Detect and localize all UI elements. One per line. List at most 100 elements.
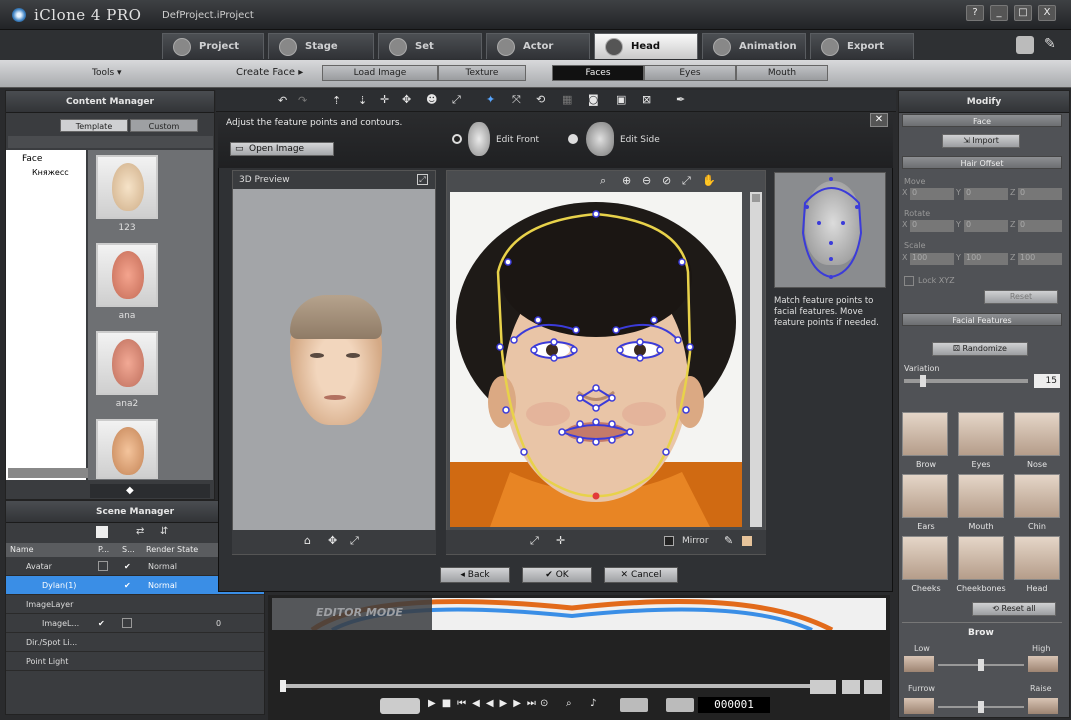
timeline-track[interactable] xyxy=(282,684,812,688)
zoom-fit-icon[interactable]: ⤢ xyxy=(350,534,359,548)
audio-icon[interactable]: ♪ xyxy=(590,698,596,709)
brow-furrow-handle[interactable] xyxy=(978,701,984,713)
orbit-icon[interactable]: ✥ xyxy=(328,534,337,547)
help-button[interactable]: ? xyxy=(966,5,984,21)
eyedropper-icon[interactable]: ✎ xyxy=(724,534,733,547)
dialog-close-icon[interactable]: ✕ xyxy=(870,113,888,127)
search-icon[interactable]: ⌕ xyxy=(566,698,572,709)
zoom-icon[interactable]: ⌕ xyxy=(600,174,606,188)
timeline-cursor[interactable] xyxy=(280,680,286,692)
mouth-button[interactable]: Mouth xyxy=(736,65,828,81)
photo-scrollbar[interactable] xyxy=(750,192,762,527)
loop-icon[interactable]: ⊙ xyxy=(540,698,548,709)
select-icon[interactable]: ⊠ xyxy=(642,93,651,106)
grid-icon[interactable]: ▦ xyxy=(562,93,572,106)
open-image-button[interactable]: ▭ Open Image xyxy=(230,142,334,156)
facial-features-header[interactable]: Facial Features xyxy=(902,313,1062,326)
feature-mouth-button[interactable] xyxy=(958,474,1004,518)
edit-side-radio[interactable] xyxy=(568,134,578,144)
check-icon[interactable]: ✔ xyxy=(124,576,131,595)
move-x-input[interactable]: 0 xyxy=(910,188,954,200)
tab-actor[interactable]: Actor xyxy=(486,33,590,59)
tree-item-face[interactable]: Face xyxy=(6,150,86,166)
face-thumb-ana2[interactable] xyxy=(96,331,158,395)
viewport-preview[interactable]: EDITOR MODE xyxy=(272,598,886,630)
tab-export[interactable]: Export xyxy=(810,33,914,59)
zoom-out-icon[interactable]: ⊖ xyxy=(642,174,651,187)
face-section-header[interactable]: Face xyxy=(902,114,1062,127)
cancel-button[interactable]: ✕ Cancel xyxy=(604,567,678,583)
rotate-x-input[interactable]: 0 xyxy=(910,220,954,232)
tools-menu[interactable]: Tools ▾ xyxy=(92,68,122,78)
face-thumb-ana[interactable] xyxy=(96,243,158,307)
load-image-button[interactable]: Load Image xyxy=(322,65,438,81)
rotate-y-input[interactable]: 0 xyxy=(964,220,1008,232)
table-row[interactable]: Point Light xyxy=(6,652,264,671)
tab-head[interactable]: Head xyxy=(594,33,698,59)
frame-counter[interactable]: 000001 xyxy=(698,697,770,713)
custom-tab[interactable]: Custom xyxy=(130,119,198,132)
brow-height-handle[interactable] xyxy=(978,659,984,671)
playback-controls[interactable]: ▶■⏮◀◀▶▶⏭ xyxy=(428,698,542,709)
table-row[interactable]: ImageL... ✔ 0 xyxy=(6,614,264,633)
feature-nose-button[interactable] xyxy=(1014,412,1060,456)
face-thumb-123[interactable] xyxy=(96,155,158,219)
reset-icon[interactable]: ⟲ xyxy=(536,93,545,106)
feature-cheeks-button[interactable] xyxy=(902,536,948,580)
texture-button[interactable]: Texture xyxy=(438,65,526,81)
rotate-icon[interactable]: ✥ xyxy=(402,93,411,106)
home-icon[interactable]: ⌂ xyxy=(304,534,311,547)
create-face-menu[interactable]: Create Face ▸ xyxy=(236,67,303,78)
brush-icon[interactable]: ✒ xyxy=(676,93,685,106)
minimize-button[interactable]: _ xyxy=(990,5,1008,21)
fit-photo-icon[interactable]: ⤢ xyxy=(530,534,539,548)
reset-all-button[interactable]: ⟲ Reset all xyxy=(972,602,1056,616)
tab-set[interactable]: Set xyxy=(378,33,482,59)
scale-z-input[interactable]: 100 xyxy=(1018,253,1062,265)
fit-view-icon[interactable]: ⤢ xyxy=(682,174,691,188)
back-button[interactable]: ◂ Back xyxy=(440,567,510,583)
hair-offset-header[interactable]: Hair Offset xyxy=(902,156,1062,169)
feature-brow-button[interactable] xyxy=(902,412,948,456)
move-z-input[interactable]: 0 xyxy=(1018,188,1062,200)
timeline-expand-icon[interactable] xyxy=(842,680,860,694)
check-icon[interactable]: ✔ xyxy=(98,614,105,633)
table-row[interactable]: ImageLayer xyxy=(6,595,264,614)
tab-project[interactable]: Project xyxy=(162,33,264,59)
reset-button[interactable]: Reset xyxy=(984,290,1058,304)
person-icon[interactable]: ☻ xyxy=(426,93,437,106)
camera-small-icon[interactable]: ◙ xyxy=(588,93,599,106)
redo-icon[interactable]: ↷ xyxy=(298,94,307,107)
faces-button[interactable]: Faces xyxy=(552,65,644,81)
pan-hand-icon[interactable]: ✋ xyxy=(702,174,716,187)
record-button[interactable] xyxy=(380,698,420,714)
no-zoom-icon[interactable]: ⊘ xyxy=(662,174,671,187)
feature-chin-button[interactable] xyxy=(1014,474,1060,518)
ok-button[interactable]: ✔ OK xyxy=(522,567,592,583)
scene-icon[interactable] xyxy=(96,526,108,538)
tab-stage[interactable]: Stage xyxy=(268,33,374,59)
move-photo-icon[interactable]: ✛ xyxy=(556,534,565,547)
import-button[interactable]: ⇲ Import xyxy=(942,134,1020,148)
zoom-in-icon[interactable]: ⊕ xyxy=(622,174,631,187)
lock-xyz-checkbox[interactable] xyxy=(904,276,914,286)
check-icon[interactable]: ✔ xyxy=(124,557,131,576)
move-icon[interactable]: ✛ xyxy=(380,93,389,106)
table-row[interactable]: Dir./Spot Li... xyxy=(6,633,264,652)
variation-input[interactable]: 15 xyxy=(1034,374,1060,388)
timeline-lock-icon[interactable] xyxy=(864,680,882,694)
diamond-icon[interactable]: ◆ xyxy=(126,485,134,496)
template-tab[interactable]: Template xyxy=(60,119,128,132)
tool-icon[interactable]: ✎ xyxy=(1044,36,1058,54)
fit-icon[interactable]: ⤧ xyxy=(512,93,521,107)
maximize-button[interactable]: □ xyxy=(1014,5,1032,21)
frame-icon[interactable]: ▣ xyxy=(616,93,626,106)
scene-tool-icon[interactable]: ⇄ xyxy=(136,526,144,537)
scene-tool2-icon[interactable]: ⇵ xyxy=(160,526,168,537)
face-thumb-4[interactable] xyxy=(96,419,158,479)
eyes-button[interactable]: Eyes xyxy=(644,65,736,81)
move-down-icon[interactable]: ⇣ xyxy=(358,94,367,107)
preview-head-model[interactable] xyxy=(290,295,382,425)
link-icon[interactable]: ✦ xyxy=(486,93,495,106)
edit-front-radio[interactable] xyxy=(452,134,462,144)
